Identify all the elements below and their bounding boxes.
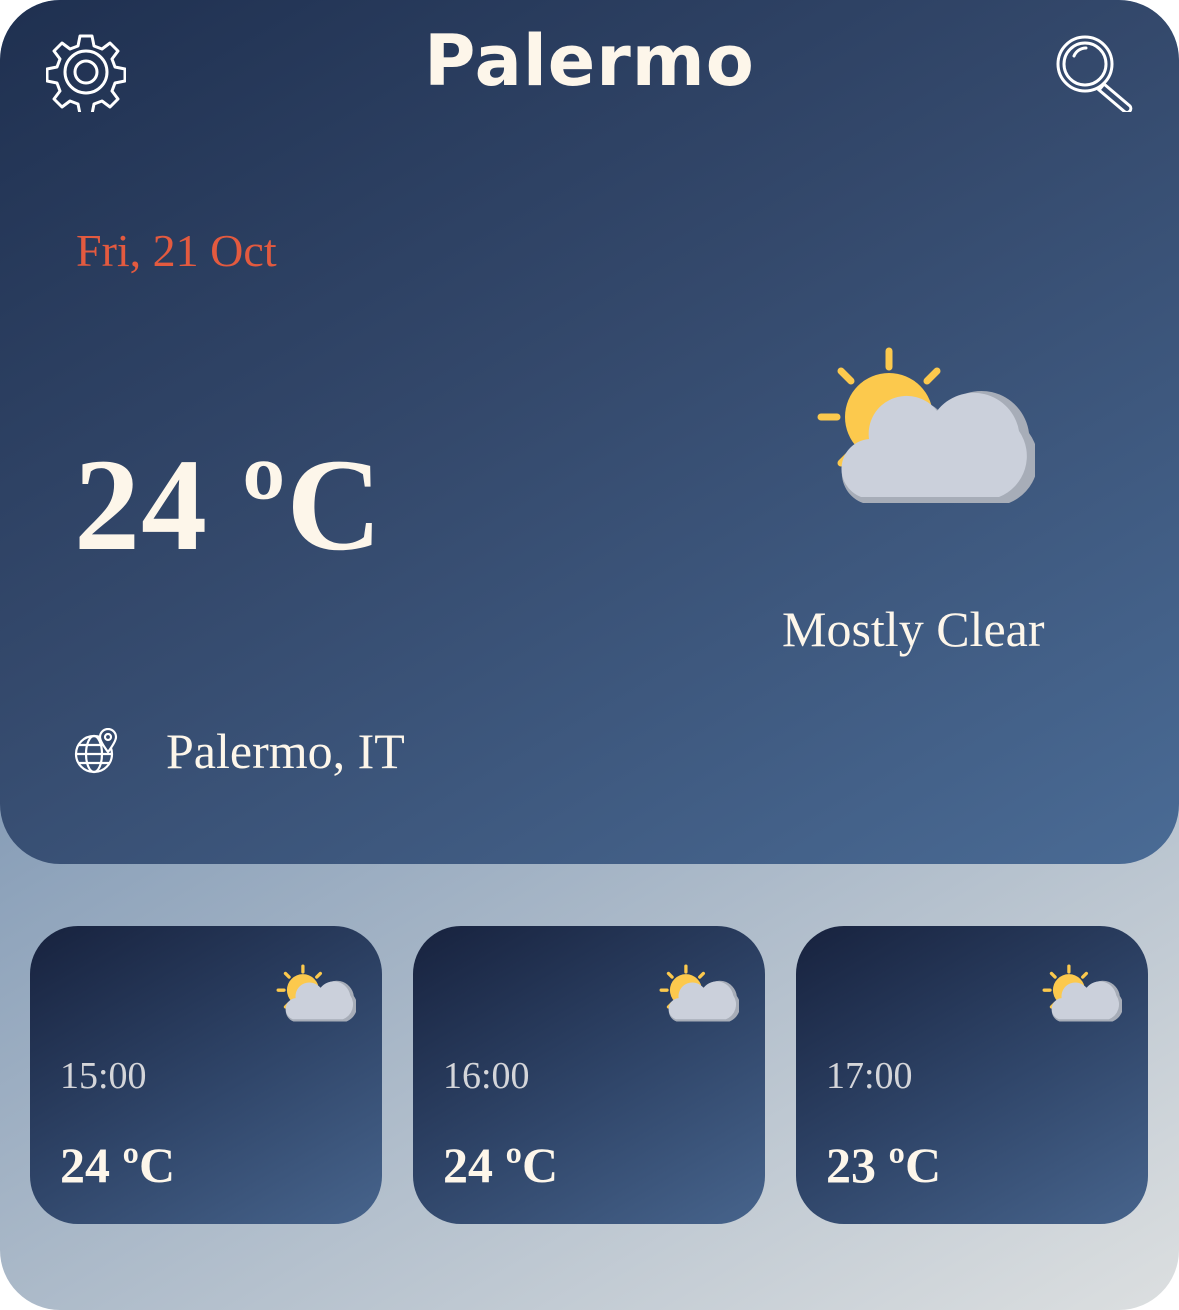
- hourly-card[interactable]: 16:00 24 ºC: [413, 926, 765, 1224]
- sun-behind-cloud-icon: [815, 345, 1038, 510]
- globe-pin-icon: [74, 727, 122, 776]
- hourly-time: 15:00: [60, 1055, 147, 1097]
- hourly-temperature: 24 ºC: [443, 1137, 559, 1193]
- weather-condition: Mostly Clear: [782, 601, 1045, 657]
- search-icon: [1056, 35, 1133, 114]
- hourly-temperature: 24 ºC: [60, 1137, 176, 1193]
- current-weather-panel: Palermo Fri, 21 Oct 24 ºC Mostly Clear P…: [0, 0, 1179, 864]
- search-button[interactable]: [1052, 32, 1136, 114]
- sun-behind-cloud-icon: [276, 964, 358, 1024]
- current-temperature: 24 ºC: [74, 431, 383, 578]
- weather-app: Palermo Fri, 21 Oct 24 ºC Mostly Clear P…: [0, 0, 1179, 1310]
- hourly-temperature: 23 ºC: [826, 1137, 942, 1193]
- hourly-time: 16:00: [443, 1055, 530, 1097]
- current-date: Fri, 21 Oct: [76, 225, 277, 276]
- hourly-card[interactable]: 17:00 23 ºC: [796, 926, 1148, 1224]
- sun-behind-cloud-icon: [1042, 964, 1124, 1024]
- sun-behind-cloud-icon: [659, 964, 741, 1024]
- location-label: Palermo, IT: [166, 723, 405, 779]
- hourly-time: 17:00: [826, 1055, 913, 1097]
- city-title: Palermo: [424, 20, 755, 102]
- hourly-card[interactable]: 15:00 24 ºC: [30, 926, 382, 1224]
